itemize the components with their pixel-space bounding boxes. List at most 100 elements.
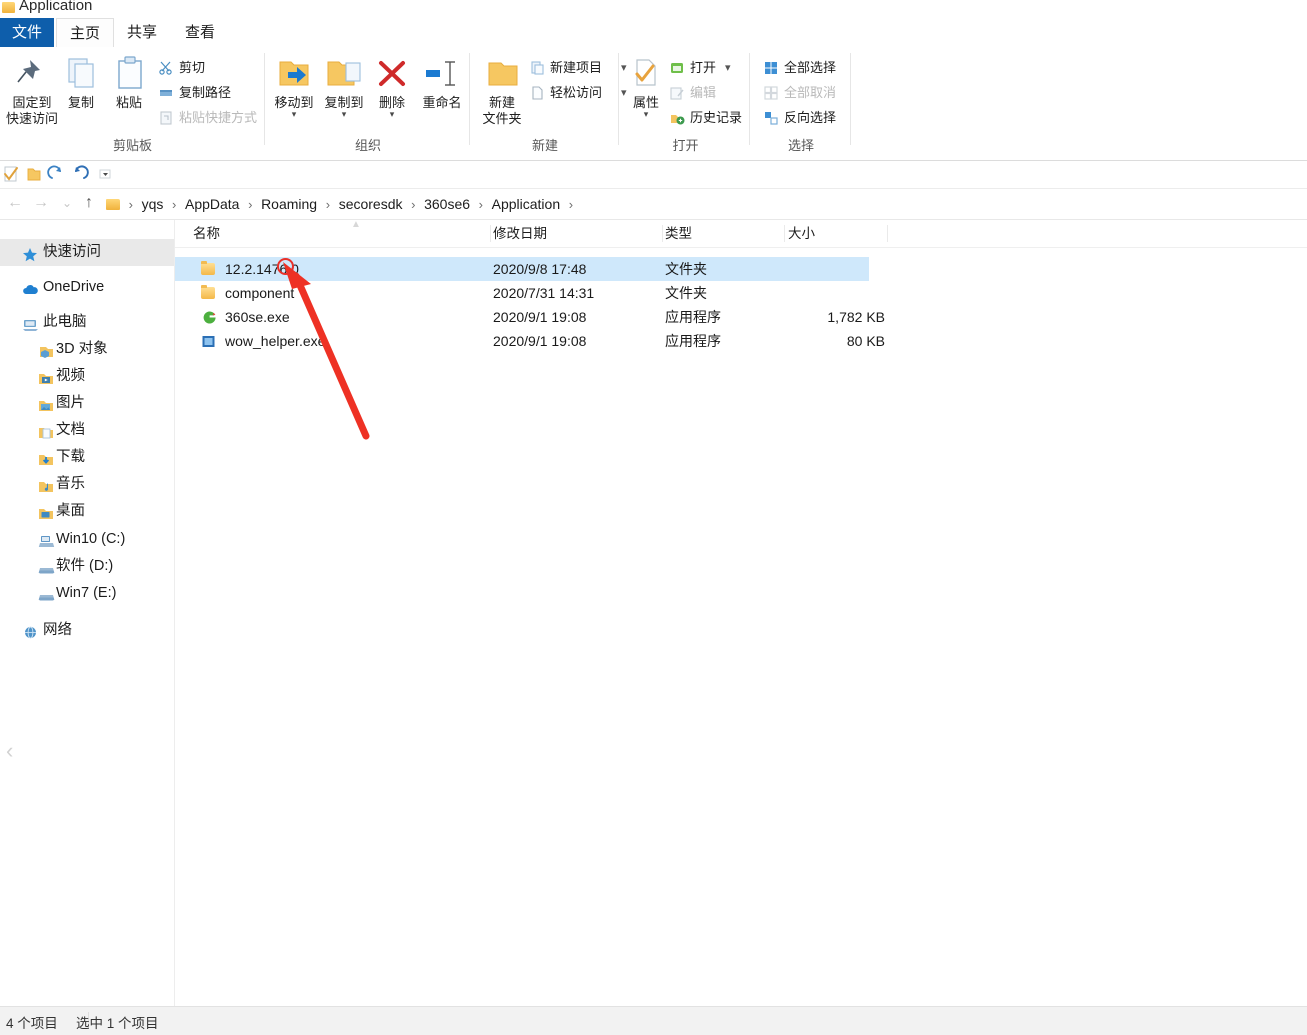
column-divider[interactable]: [662, 225, 663, 242]
sidebar-label: 音乐: [56, 476, 85, 492]
tab-file[interactable]: 文件: [0, 18, 54, 47]
breadcrumb-root-folder-icon[interactable]: [106, 199, 120, 210]
rename-button[interactable]: 重命名: [414, 51, 470, 111]
table-row[interactable]: wow_helper.exe 2020/9/1 19:08 应用程序 80 KB: [175, 329, 885, 353]
star-icon: [22, 245, 38, 262]
sidebar-label: 视频: [56, 368, 85, 384]
breadcrumb-item-secoresdk[interactable]: secoresdk: [339, 196, 403, 212]
column-header-name[interactable]: 名称 ▲: [193, 220, 491, 247]
breadcrumb: › yqs › AppData › Roaming › secoresdk › …: [106, 189, 578, 219]
back-button[interactable]: ←: [4, 192, 26, 214]
folder-icon: [201, 261, 215, 275]
window-titlebar: Application: [0, 0, 1307, 16]
breadcrumb-item-appdata[interactable]: AppData: [185, 196, 239, 212]
file-name-cell: wow_helper.exe: [225, 333, 326, 349]
collapse-pane-chevron-icon[interactable]: ‹: [6, 740, 13, 762]
open-label: 打开: [690, 60, 717, 75]
folder-icon: [201, 285, 215, 299]
undo-icon[interactable]: [70, 165, 89, 184]
select-all-icon: [763, 60, 779, 76]
chevron-down-icon[interactable]: ▾: [366, 110, 418, 119]
new-folder-icon: [473, 51, 531, 95]
breadcrumb-item-yqs[interactable]: yqs: [142, 196, 164, 212]
table-row[interactable]: component 2020/7/31 14:31 文件夹: [175, 281, 869, 305]
file-name-cell: component: [225, 285, 295, 301]
ribbon-group-separator: [264, 53, 265, 145]
chevron-down-icon[interactable]: ▾: [266, 110, 322, 119]
paste-label: 粘贴: [115, 95, 142, 110]
up-button[interactable]: ↑: [78, 192, 100, 214]
file-date-cell: 2020/9/1 19:08: [493, 309, 587, 325]
sidebar-label: 网络: [43, 622, 72, 638]
column-header-type[interactable]: 类型: [665, 220, 785, 247]
table-row[interactable]: 360se.exe 2020/9/1 19:08 应用程序 1,782 KB: [175, 305, 885, 329]
address-bar: ← → ⌄ ↑ › yqs › AppData › Roaming › seco…: [0, 189, 1307, 220]
properties-button[interactable]: 属性 ▾: [621, 51, 671, 119]
tab-share[interactable]: 共享: [114, 18, 170, 47]
ribbon-group-select: 全部选择 全部取消 反向选择 选择: [751, 47, 851, 160]
history-label: 历史记录: [690, 110, 743, 125]
forward-button[interactable]: →: [30, 192, 52, 214]
desktop-icon: [38, 504, 54, 519]
chevron-down-icon[interactable]: ▾: [725, 56, 731, 80]
ribbon-group-label-open: 打开: [672, 138, 699, 153]
sort-ascending-icon: ▲: [351, 220, 361, 230]
move-to-button[interactable]: 移动到 ▾: [266, 51, 322, 119]
properties-check-icon[interactable]: [2, 165, 21, 184]
breadcrumb-item-360se6[interactable]: 360se6: [424, 196, 470, 212]
redo-icon[interactable]: [47, 165, 66, 184]
drive-icon: [38, 559, 55, 574]
sidebar-label: Win10 (C:): [56, 531, 126, 547]
sidebar-label: 快速访问: [43, 244, 101, 260]
column-header-size[interactable]: 大小: [788, 220, 888, 247]
column-divider[interactable]: [490, 225, 491, 242]
sidebar-item-quick-access[interactable]: 快速访问: [0, 239, 174, 266]
properties-icon: [621, 51, 671, 95]
ribbon-group-separator: [850, 53, 851, 145]
new-folder-button[interactable]: 新建 文件夹: [473, 51, 531, 127]
paste-shortcut-icon: [158, 110, 174, 126]
sidebar-label: 文档: [56, 422, 85, 438]
exe-icon: [201, 334, 217, 349]
pictures-icon: [38, 396, 54, 411]
chevron-down-icon[interactable]: ▾: [316, 110, 372, 119]
file-size-cell: [763, 281, 885, 305]
chevron-down-icon[interactable]: [96, 165, 115, 184]
chevron-down-icon[interactable]: ▾: [621, 110, 671, 119]
sidebar-label: 图片: [56, 395, 85, 411]
column-header-date-modified[interactable]: 修改日期: [493, 220, 663, 247]
column-header-name-label: 名称: [193, 226, 220, 241]
file-size-cell: 1,782 KB: [827, 309, 885, 325]
file-date-cell: 2020/9/8 17:48: [493, 261, 587, 277]
paste-button[interactable]: 粘贴: [100, 51, 158, 111]
ribbon-group-new: 新建 文件夹 新建项目 ▾ 轻松访问 ▾ 新建: [471, 47, 627, 160]
paste-shortcut-label: 粘贴快捷方式: [179, 110, 258, 125]
ribbon-group-open: 属性 ▾ 打开 ▾ 编辑 历史记录 打开: [621, 47, 750, 160]
folder-icon[interactable]: [24, 165, 43, 184]
breadcrumb-item-roaming[interactable]: Roaming: [261, 196, 317, 212]
status-bar: 4 个项目 选中 1 个项目: [0, 1006, 1307, 1035]
file-date-cell: 2020/7/31 14:31: [493, 285, 595, 301]
tab-view[interactable]: 查看: [172, 18, 228, 47]
network-icon: [22, 623, 38, 639]
sidebar-label: 此电脑: [43, 314, 87, 330]
videos-icon: [38, 369, 54, 384]
table-row[interactable]: 12.2.1476.0 2020/9/8 17:48 文件夹: [175, 257, 869, 281]
delete-button[interactable]: 删除 ▾: [366, 51, 418, 119]
status-selection-count: 选中 1 个项目: [76, 1016, 159, 1031]
breadcrumb-separator: ›: [248, 197, 253, 212]
breadcrumb-separator: ›: [128, 197, 133, 212]
tab-home[interactable]: 主页: [56, 18, 114, 48]
copy-to-button[interactable]: 复制到 ▾: [316, 51, 372, 119]
column-divider[interactable]: [887, 225, 888, 242]
status-item-count: 4 个项目: [6, 1016, 58, 1031]
recent-locations-button[interactable]: ⌄: [56, 192, 78, 214]
breadcrumb-item-application[interactable]: Application: [492, 196, 561, 212]
invert-selection-icon: [763, 110, 779, 126]
new-folder-label-line1: 新建: [488, 95, 515, 110]
sidebar-label: Win7 (E:): [56, 585, 117, 601]
ribbon-group-clipboard: 固定到 快速访问 复制 粘贴 剪切 复制路径 粘贴快捷方式 剪贴板: [0, 47, 265, 160]
window-title: Application: [19, 0, 93, 14]
column-divider[interactable]: [784, 225, 785, 242]
sidebar-label: 3D 对象: [56, 341, 108, 357]
